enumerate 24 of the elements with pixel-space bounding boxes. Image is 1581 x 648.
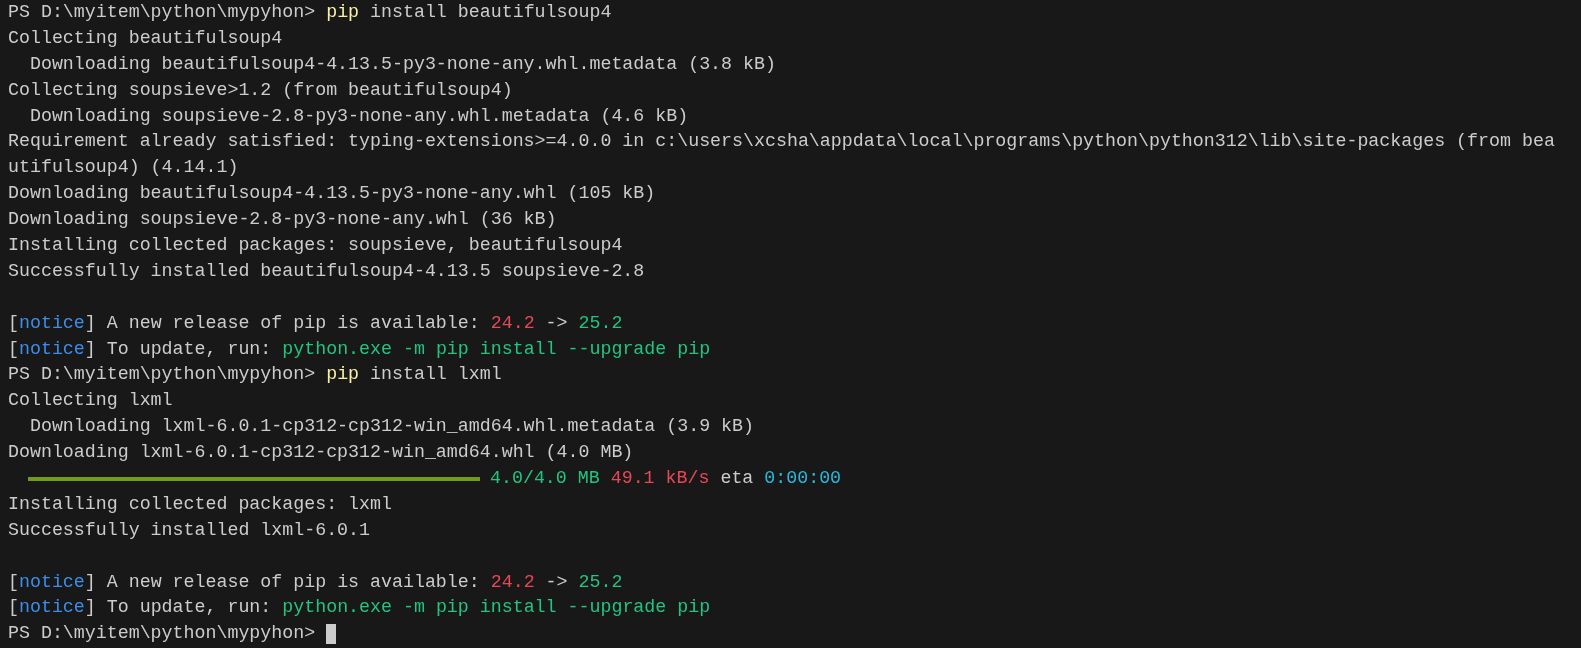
terminal-line: Successfully installed beautifulsoup4-4.13.5 soupsieve-2.8 [8, 259, 645, 283]
text-cursor [326, 624, 337, 645]
terminal-line: [notice] To update, run: python.exe -m pip install --upgrade pip [8, 596, 711, 620]
terminal-line: Downloading lxml-6.0.1-cp312-cp312-win_amd64.whl (4.0 MB) [8, 441, 634, 465]
terminal-line: PS D:\myitem\python\mypyhon> pip install lxml [8, 363, 502, 387]
terminal-line: Installing collected packages: lxml [8, 492, 392, 516]
terminal-line: Downloading beautifulsoup4-4.13.5-py3-none-any.whl.metadata (3.8 kB) [28, 52, 776, 76]
terminal-line: Installing collected packages: soupsieve, beautifulsoup4 [8, 234, 623, 257]
progress-status: 4.0/4.0 MB 49.1 kB/s eta 0:00:00 [490, 467, 842, 491]
terminal-line: Downloading soupsieve-2.8-py3-none-any.whl (36 kB) [8, 208, 557, 232]
terminal-line: Downloading beautifulsoup4-4.13.5-py3-none-any.whl (105 kB) [8, 182, 656, 206]
terminal-line: Downloading lxml-6.0.1-cp312-cp312-win_amd64.whl.metadata (3.9 kB) [28, 415, 754, 439]
terminal-line: Collecting beautifulsoup4 [8, 26, 283, 50]
terminal-line: Collecting lxml [8, 389, 173, 413]
terminal-line: utifulsoup4) (4.14.1) [8, 156, 239, 180]
terminal-line: Downloading soupsieve-2.8-py3-none-any.whl.metadata (4.6 kB) [28, 104, 689, 128]
terminal-line: Successfully installed lxml-6.0.1 [8, 518, 371, 542]
terminal-line: Requirement already satisfied: typing-extensions>=4.0.0 in c:\users\xcsha\appdata\local\programs\python\python312\lib\site-packages (from bea [8, 130, 1555, 154]
terminal-line: [notice] A new release of pip is available: 24.2 -> 25.2 [8, 570, 623, 594]
terminal-line: [notice] To update, run: python.exe -m pip install --upgrade pip [8, 337, 711, 361]
terminal-line: [notice] A new release of pip is available: 24.2 -> 25.2 [8, 311, 623, 335]
terminal-line: PS D:\myitem\python\mypyhon> pip install beautifulsoup4 [8, 1, 612, 24]
terminal-line: PS D:\myitem\python\mypyhon> [8, 622, 317, 646]
terminal-line: Collecting soupsieve>1.2 (from beautifulsoup4) [8, 78, 513, 102]
